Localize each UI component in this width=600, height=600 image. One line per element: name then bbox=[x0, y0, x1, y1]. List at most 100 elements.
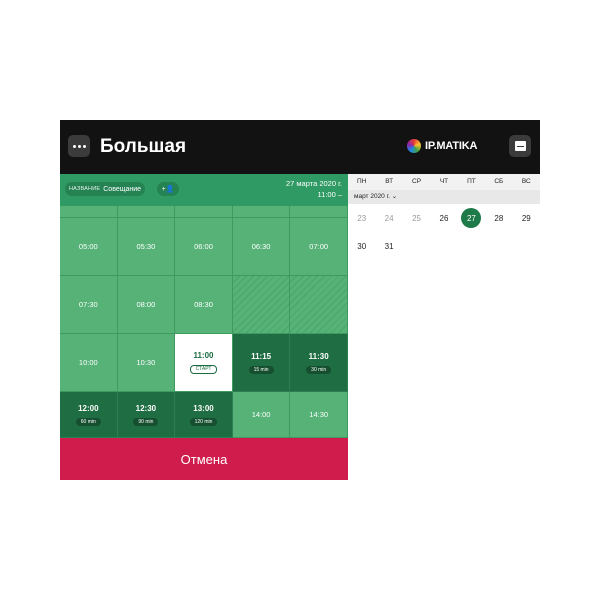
time-slot[interactable]: 11:15 15 min bbox=[232, 334, 291, 392]
time-slot[interactable]: 13:00 120 min bbox=[175, 392, 233, 438]
duration-badge: 15 min bbox=[248, 365, 274, 374]
time-slot-label: 11:00 bbox=[193, 351, 214, 360]
booking-info-bar: НАЗВАНИЕ Совещание +👤 27 марта 2020 г. 1… bbox=[60, 174, 348, 206]
time-slot-label: 14:00 bbox=[251, 409, 271, 419]
meeting-name-label: НАЗВАНИЕ bbox=[69, 186, 101, 192]
calendar-day-number: 23 bbox=[357, 213, 367, 223]
top-bar: Большая IP.MATIKA bbox=[60, 120, 540, 174]
add-participant-button[interactable]: +👤 bbox=[157, 182, 179, 196]
time-slot-unavailable bbox=[290, 276, 348, 334]
brand-name: IP.MATIKA bbox=[425, 140, 478, 152]
meeting-name-value: Совещание bbox=[103, 185, 142, 193]
weekday-label: СБ bbox=[494, 178, 504, 185]
time-slot[interactable]: 14:30 bbox=[290, 392, 348, 438]
time-slot-stub bbox=[175, 206, 233, 218]
time-slot[interactable]: 05:00 bbox=[60, 218, 118, 276]
time-slot-label: 06:00 bbox=[194, 241, 213, 251]
calendar-day-number: 24 bbox=[384, 213, 394, 223]
calendar-day[interactable]: 29 bbox=[513, 204, 540, 232]
calendar-day-number: 28 bbox=[494, 213, 504, 223]
calendar-day[interactable]: 26 bbox=[430, 204, 457, 232]
weekday-label: ЧТ bbox=[439, 178, 449, 185]
time-slot[interactable]: 12:00 60 min bbox=[60, 392, 118, 438]
time-slot-unavailable bbox=[232, 276, 291, 334]
weekday-label: ВТ bbox=[385, 178, 394, 185]
more-menu-button[interactable] bbox=[68, 135, 90, 157]
calendar-day-number: 25 bbox=[412, 213, 422, 223]
weekday-header: ПН ВТ СР ЧТ ПТ СБ ВС bbox=[348, 174, 540, 190]
time-slot-label: 06:30 bbox=[251, 241, 271, 251]
duration-badge: 90 min bbox=[133, 417, 159, 426]
duration-badge: 30 min bbox=[306, 365, 332, 374]
time-slot-stub bbox=[117, 206, 176, 218]
calendar-button[interactable] bbox=[509, 135, 531, 157]
time-slot-label: 05:30 bbox=[136, 241, 156, 251]
brand-mark-icon bbox=[407, 139, 421, 153]
time-slot[interactable]: 08:00 bbox=[117, 276, 176, 334]
time-slot-label: 12:00 bbox=[78, 403, 99, 413]
time-slot-stub bbox=[290, 206, 348, 218]
weekday-label: ВС bbox=[521, 178, 531, 185]
duration-badge: 60 min bbox=[75, 417, 101, 426]
calendar-day[interactable]: 24 bbox=[375, 204, 402, 232]
time-slot-label: 10:00 bbox=[78, 357, 98, 367]
time-slot[interactable]: 06:00 bbox=[175, 218, 233, 276]
calendar-day[interactable]: 30 bbox=[348, 232, 375, 260]
add-user-icon: +👤 bbox=[161, 186, 175, 193]
weekday-label: ПН bbox=[357, 178, 367, 185]
time-slot[interactable]: 07:00 bbox=[290, 218, 348, 276]
calendar-day[interactable]: 25 bbox=[403, 204, 430, 232]
calendar-icon bbox=[514, 141, 526, 151]
calendar-day[interactable]: 31 bbox=[375, 232, 402, 260]
booking-date-block: 27 марта 2020 г. 11:00 – bbox=[286, 179, 342, 200]
time-slot[interactable]: 12:30 90 min bbox=[117, 392, 176, 438]
room-title: Большая bbox=[100, 136, 187, 157]
calendar-day[interactable]: 28 bbox=[485, 204, 512, 232]
time-slot[interactable]: 05:30 bbox=[117, 218, 176, 276]
calendar-day-number: 26 bbox=[439, 213, 449, 223]
time-slot[interactable]: 14:00 bbox=[232, 392, 291, 438]
time-slot-stub bbox=[232, 206, 291, 218]
calendar-day-number: 31 bbox=[384, 241, 394, 251]
time-slot-label: 08:30 bbox=[194, 299, 213, 309]
booking-panel: НАЗВАНИЕ Совещание +👤 27 марта 2020 г. 1… bbox=[60, 174, 348, 480]
time-slot-label: 12:30 bbox=[135, 403, 157, 413]
time-slot[interactable]: 08:30 bbox=[175, 276, 233, 334]
booking-app: Большая IP.MATIKA НАЗВАНИЕ Совещание +👤 … bbox=[60, 120, 540, 480]
duration-badge: 120 min bbox=[189, 417, 218, 426]
time-slot[interactable]: 06:30 bbox=[232, 218, 291, 276]
time-slot-label: 11:15 bbox=[251, 351, 272, 361]
time-slot-label: 11:30 bbox=[308, 351, 329, 361]
calendar-day[interactable]: 23 bbox=[348, 204, 375, 232]
time-slot[interactable]: 11:30 30 min bbox=[290, 334, 348, 392]
date-picker-panel: ПН ВТ СР ЧТ ПТ СБ ВС март 2020 г. ⌄ 23 24 25 26 27… bbox=[348, 174, 540, 314]
time-slot-label: 07:30 bbox=[78, 299, 98, 309]
time-slot-label: 07:00 bbox=[309, 241, 329, 251]
more-dots-icon bbox=[72, 144, 76, 148]
booking-date: 27 марта 2020 г. bbox=[285, 179, 342, 188]
time-slot-label: 10:30 bbox=[136, 357, 156, 367]
weekday-label: ПТ bbox=[467, 178, 476, 185]
start-badge: СТАРТ bbox=[189, 365, 218, 374]
meeting-name-chip[interactable]: НАЗВАНИЕ Совещание bbox=[65, 182, 146, 196]
brand-logo: IP.MATIKA bbox=[407, 139, 477, 153]
time-slot[interactable]: 10:30 bbox=[117, 334, 176, 392]
calendar-day-number: 27 bbox=[461, 208, 482, 228]
time-slot-grid: 05:00 05:30 06:00 06:30 07:00 07:30 08:00 08:30… bbox=[60, 206, 348, 438]
time-slot[interactable]: 07:30 bbox=[60, 276, 118, 334]
time-slot[interactable]: 10:00 bbox=[60, 334, 118, 392]
time-slot-label: 14:30 bbox=[309, 409, 329, 419]
time-slot-label: 05:00 bbox=[78, 241, 98, 251]
calendar-day-number: 29 bbox=[521, 213, 531, 223]
calendar-day-number: 30 bbox=[357, 241, 367, 251]
calendar-day-selected[interactable]: 27 bbox=[458, 204, 485, 232]
time-slot[interactable]: 11:00 СТАРТ bbox=[175, 334, 233, 392]
weekday-label: СР bbox=[412, 178, 422, 185]
time-slot-label: 08:00 bbox=[136, 299, 156, 309]
booking-time-range: 11:00 – bbox=[317, 190, 342, 199]
cancel-button[interactable]: Отмена bbox=[60, 438, 348, 480]
day-grid: 23 24 25 26 27 28 29 30 31 bbox=[348, 204, 540, 260]
time-slot-label: 13:00 bbox=[193, 403, 214, 413]
month-selector[interactable]: март 2020 г. ⌄ bbox=[348, 190, 540, 204]
time-slot-stub bbox=[60, 206, 118, 218]
